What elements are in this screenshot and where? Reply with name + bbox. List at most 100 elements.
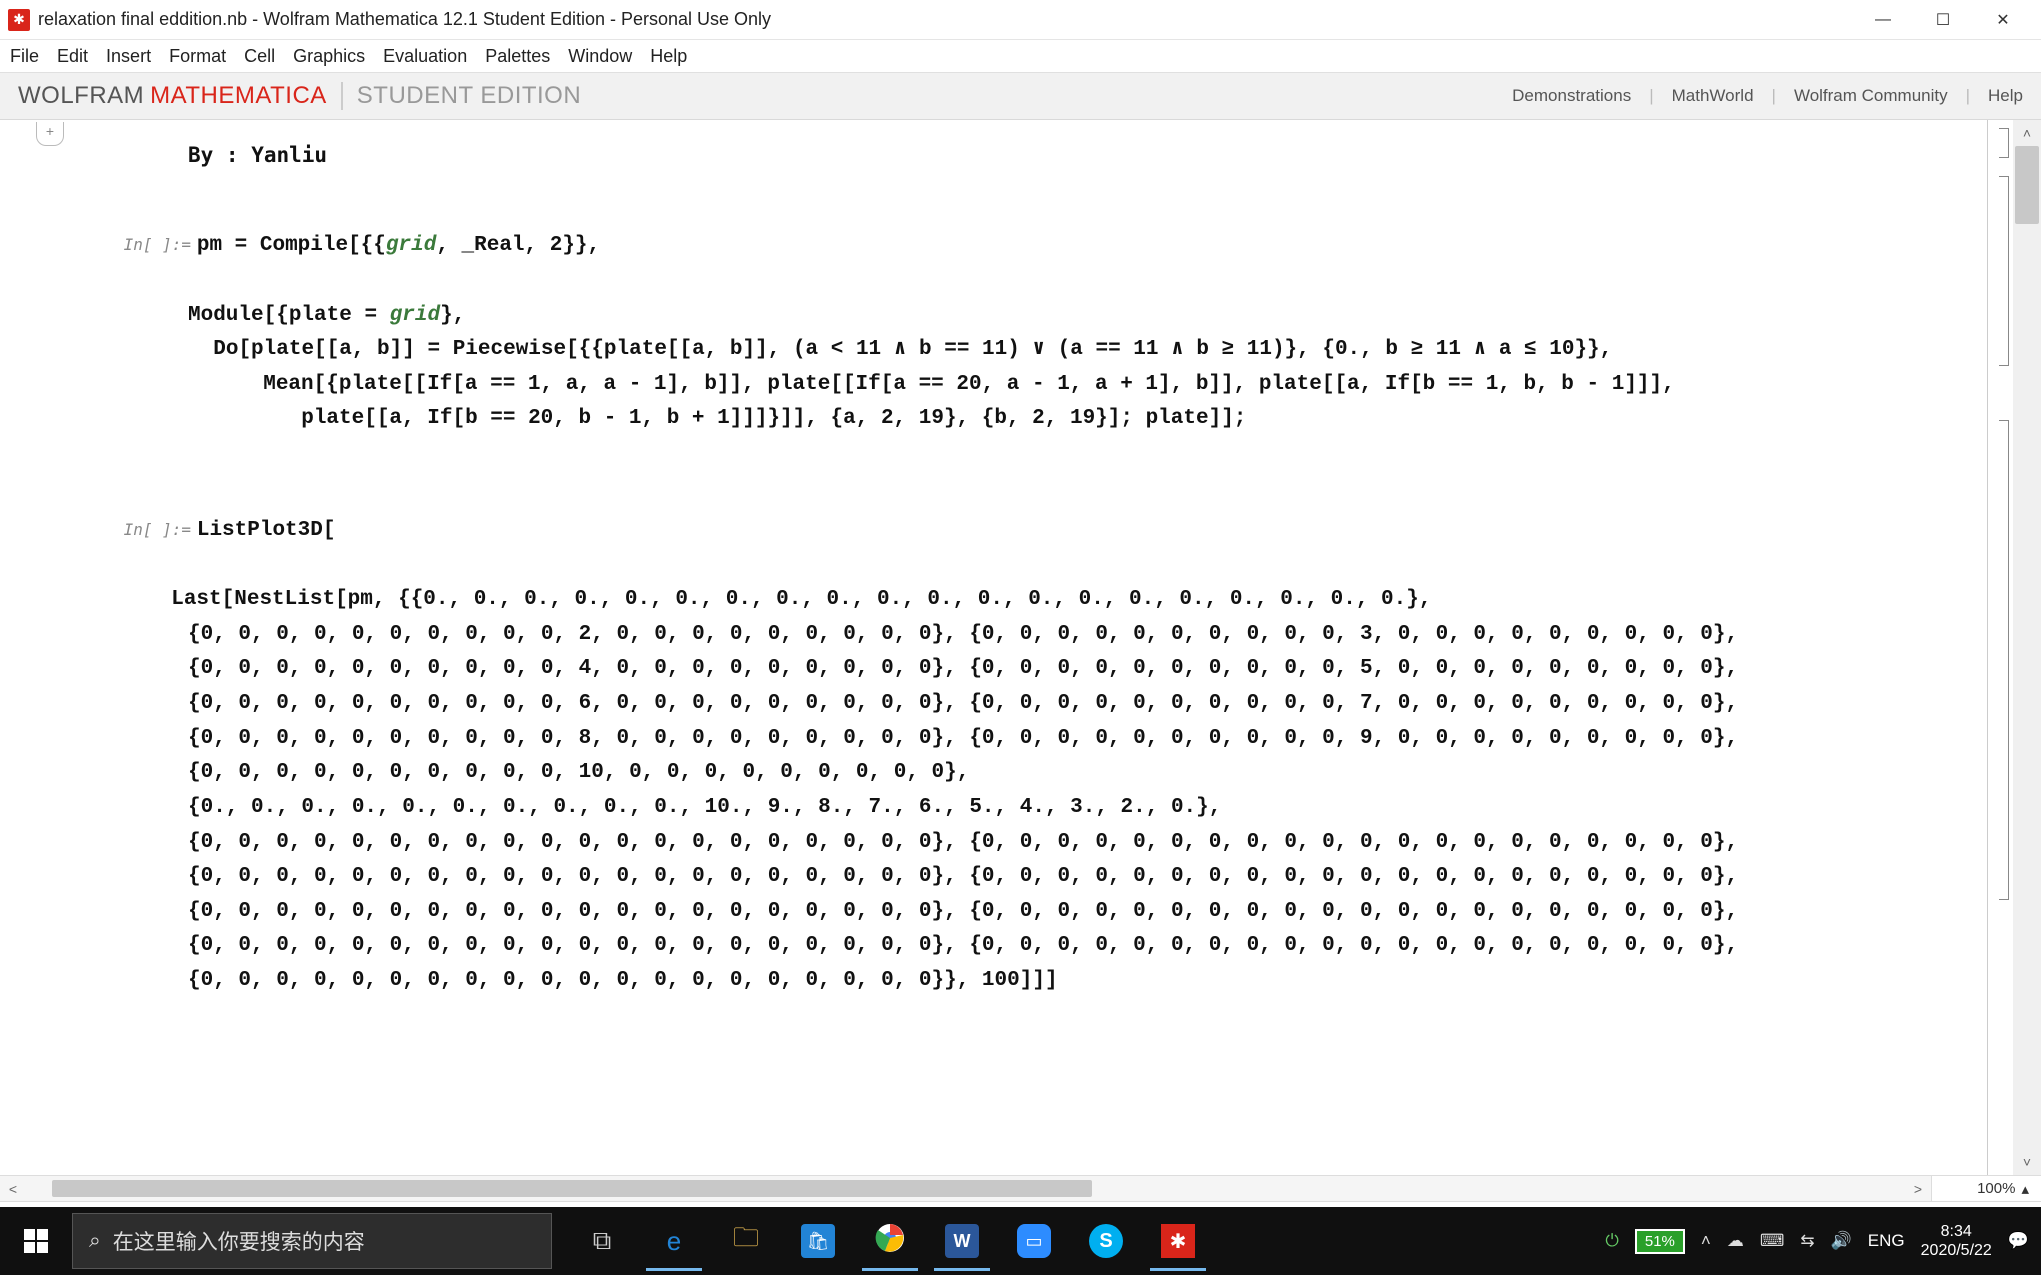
mathematica-app[interactable]: ✱ bbox=[1142, 1211, 1214, 1271]
windows-icon bbox=[24, 1229, 48, 1253]
zoom-control[interactable]: 100% ▴ bbox=[1931, 1176, 2041, 1201]
hscroll-track[interactable] bbox=[26, 1176, 1905, 1201]
header-links: Demonstrations | MathWorld | Wolfram Com… bbox=[1512, 86, 2023, 106]
keyboard-icon[interactable]: ⌨ bbox=[1760, 1231, 1785, 1251]
link-help[interactable]: Help bbox=[1988, 86, 2023, 106]
notifications-icon[interactable]: 💬 bbox=[2008, 1231, 2029, 1251]
code-line[interactable]: Last[NestList[pm, {{0., 0., 0., 0., 0., … bbox=[58, 583, 1929, 618]
menu-file[interactable]: File bbox=[10, 46, 39, 67]
code-line[interactable]: {0, 0, 0, 0, 0, 0, 0, 0, 0, 0, 6, 0, 0, … bbox=[58, 687, 1929, 722]
menu-window[interactable]: Window bbox=[568, 46, 632, 67]
system-tray: ⏻ 51% ˄ ☁ ⌨ ⇆ 🔊 ENG 8:34 2020/5/22 💬 bbox=[1605, 1222, 2041, 1260]
link-community[interactable]: Wolfram Community bbox=[1794, 86, 1948, 106]
code-line[interactable]: {0, 0, 0, 0, 0, 0, 0, 0, 0, 0, 0, 0, 0, … bbox=[58, 964, 1929, 999]
window-title-bar: ✱ relaxation final eddition.nb - Wolfram… bbox=[0, 0, 2041, 40]
link-demonstrations[interactable]: Demonstrations bbox=[1512, 86, 1631, 106]
zoom-icon: ▭ bbox=[1017, 1224, 1051, 1258]
brand-bar: WOLFRAM MATHEMATICA STUDENT EDITION Demo… bbox=[0, 72, 2041, 120]
link-mathworld[interactable]: MathWorld bbox=[1672, 86, 1754, 106]
input-cell-2[interactable]: In[ ]:= ListPlot3D[ bbox=[58, 479, 1929, 583]
scroll-down-icon[interactable]: ˅ bbox=[2013, 1149, 2041, 1175]
input-cell-1[interactable]: In[ ]:= pm = Compile[{{grid, _Real, 2}}, bbox=[58, 195, 1929, 299]
edge-app[interactable]: e bbox=[638, 1211, 710, 1271]
code-line[interactable]: {0, 0, 0, 0, 0, 0, 0, 0, 0, 0, 10, 0, 0,… bbox=[58, 756, 1929, 791]
close-button[interactable]: ✕ bbox=[1973, 0, 2033, 40]
hscroll-thumb[interactable] bbox=[52, 1180, 1092, 1197]
menu-insert[interactable]: Insert bbox=[106, 46, 151, 67]
code-line[interactable]: Module[{plate = grid}, bbox=[58, 299, 1929, 334]
skype-app[interactable]: S bbox=[1070, 1211, 1142, 1271]
in-label: In[ ]:= bbox=[124, 232, 172, 258]
separator: | bbox=[1772, 86, 1776, 106]
menu-help[interactable]: Help bbox=[650, 46, 687, 67]
skype-icon: S bbox=[1089, 1224, 1123, 1258]
cell-bracket[interactable] bbox=[1999, 176, 2009, 366]
code-line[interactable]: {0, 0, 0, 0, 0, 0, 0, 0, 0, 0, 0, 0, 0, … bbox=[58, 929, 1929, 964]
brand-wolfram: WOLFRAM bbox=[18, 82, 144, 110]
start-button[interactable] bbox=[0, 1229, 72, 1253]
scroll-thumb[interactable] bbox=[2015, 146, 2039, 224]
scroll-up-icon[interactable]: ˄ bbox=[2013, 120, 2041, 146]
clock[interactable]: 8:34 2020/5/22 bbox=[1921, 1222, 1992, 1260]
scroll-right-icon[interactable]: > bbox=[1905, 1176, 1931, 1201]
brand-edition: STUDENT EDITION bbox=[341, 82, 581, 110]
code-line[interactable]: {0, 0, 0, 0, 0, 0, 0, 0, 0, 0, 0, 0, 0, … bbox=[58, 895, 1929, 930]
menu-bar: File Edit Insert Format Cell Graphics Ev… bbox=[0, 40, 2041, 72]
code-line[interactable]: {0, 0, 0, 0, 0, 0, 0, 0, 0, 0, 0, 0, 0, … bbox=[58, 860, 1929, 895]
taskbar-search[interactable]: ⌕ 在这里输入你要搜索的内容 bbox=[72, 1213, 552, 1269]
explorer-app[interactable]: 🗀 bbox=[710, 1211, 782, 1271]
cell-bracket[interactable] bbox=[1999, 128, 2009, 158]
menu-evaluation[interactable]: Evaluation bbox=[383, 46, 467, 67]
code-line[interactable]: Mean[{plate[[If[a == 1, a, a - 1], b]], … bbox=[58, 368, 1929, 403]
volume-icon[interactable]: 🔊 bbox=[1831, 1231, 1852, 1251]
minimize-button[interactable]: — bbox=[1853, 0, 1913, 40]
brand-mathematica: MATHEMATICA bbox=[150, 82, 327, 110]
store-icon: 🛍 bbox=[801, 1224, 835, 1258]
menu-graphics[interactable]: Graphics bbox=[293, 46, 365, 67]
chrome-app[interactable] bbox=[854, 1211, 926, 1271]
word-icon: W bbox=[945, 1224, 979, 1258]
notebook[interactable]: + By : Yanliu In[ ]:= pm = Compile[{{gri… bbox=[0, 120, 1987, 1175]
code-line[interactable]: {0., 0., 0., 0., 0., 0., 0., 0., 0., 0.,… bbox=[58, 791, 1929, 826]
cell-bracket-gutter[interactable] bbox=[1987, 120, 2013, 1175]
code-line[interactable]: {0, 0, 0, 0, 0, 0, 0, 0, 0, 0, 8, 0, 0, … bbox=[58, 722, 1929, 757]
mathematica-icon: ✱ bbox=[1161, 1224, 1195, 1258]
vertical-scrollbar[interactable]: ˄ ˅ bbox=[2013, 120, 2041, 1175]
store-app[interactable]: 🛍 bbox=[782, 1211, 854, 1271]
document-area: + By : Yanliu In[ ]:= pm = Compile[{{gri… bbox=[0, 120, 2041, 1175]
search-icon: ⌕ bbox=[89, 1229, 101, 1253]
scroll-track[interactable] bbox=[2013, 146, 2041, 1149]
code-line[interactable]: {0, 0, 0, 0, 0, 0, 0, 0, 0, 0, 0, 0, 0, … bbox=[58, 826, 1929, 861]
code-line[interactable]: plate[[a, If[b == 20, b - 1, b + 1]]]}]]… bbox=[58, 402, 1929, 437]
code-line[interactable]: Do[plate[[a, b]] = Piecewise[{{plate[[a,… bbox=[58, 333, 1929, 368]
chevron-up-icon[interactable]: ▴ bbox=[2021, 1180, 2029, 1198]
app-icon: ✱ bbox=[8, 9, 30, 31]
in-label: In[ ]:= bbox=[124, 517, 172, 543]
folder-icon: 🗀 bbox=[733, 1219, 759, 1263]
time: 8:34 bbox=[1921, 1222, 1992, 1241]
scroll-left-icon[interactable]: < bbox=[0, 1176, 26, 1201]
separator: | bbox=[1966, 86, 1970, 106]
battery-indicator[interactable]: 51% bbox=[1635, 1229, 1685, 1254]
menu-palettes[interactable]: Palettes bbox=[485, 46, 550, 67]
menu-edit[interactable]: Edit bbox=[57, 46, 88, 67]
menu-format[interactable]: Format bbox=[169, 46, 226, 67]
chevron-up-icon[interactable]: ˄ bbox=[1701, 1231, 1711, 1251]
onedrive-icon[interactable]: ☁ bbox=[1727, 1231, 1744, 1251]
taskbar: ⌕ 在这里输入你要搜索的内容 ⧉ e 🗀 🛍 W ▭ S ✱ ⏻ 51% ˄ ☁… bbox=[0, 1207, 2041, 1275]
code-line[interactable]: {0, 0, 0, 0, 0, 0, 0, 0, 0, 0, 2, 0, 0, … bbox=[58, 618, 1929, 653]
wifi-icon[interactable]: ⇆ bbox=[1800, 1231, 1814, 1251]
word-app[interactable]: W bbox=[926, 1211, 998, 1271]
zoom-app[interactable]: ▭ bbox=[998, 1211, 1070, 1271]
date: 2020/5/22 bbox=[1921, 1241, 1992, 1260]
add-cell-button[interactable]: + bbox=[36, 122, 64, 146]
language-indicator[interactable]: ENG bbox=[1868, 1231, 1905, 1251]
edge-icon: e bbox=[667, 1226, 681, 1257]
task-view-button[interactable]: ⧉ bbox=[566, 1211, 638, 1271]
maximize-button[interactable]: ☐ bbox=[1913, 0, 1973, 40]
menu-cell[interactable]: Cell bbox=[244, 46, 275, 67]
cell-bracket[interactable] bbox=[1999, 420, 2009, 900]
power-icon[interactable]: ⏻ bbox=[1605, 1231, 1618, 1251]
chrome-icon bbox=[875, 1223, 905, 1260]
code-line[interactable]: {0, 0, 0, 0, 0, 0, 0, 0, 0, 0, 4, 0, 0, … bbox=[58, 652, 1929, 687]
